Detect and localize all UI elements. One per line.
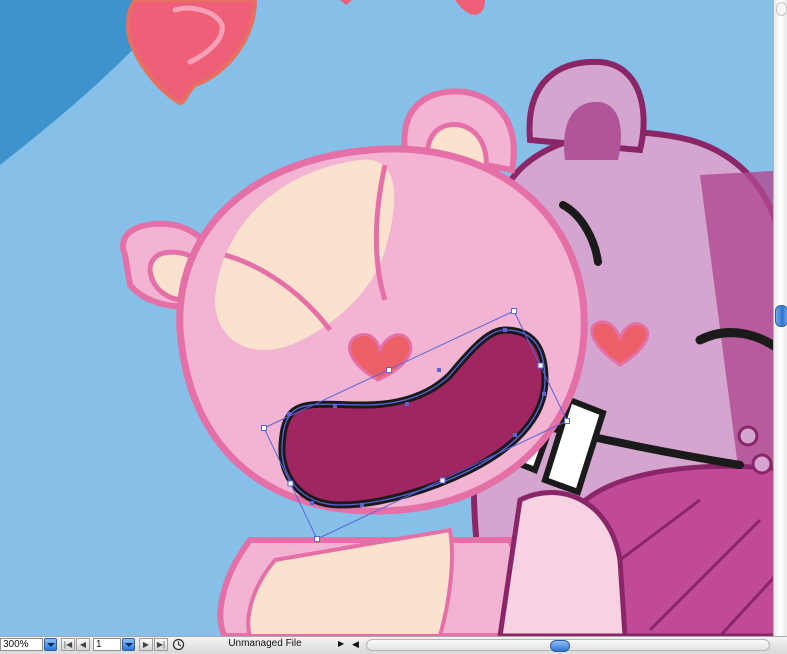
status-menu-arrow-icon[interactable]: ▶ xyxy=(338,638,348,651)
scroll-left-icon[interactable]: ◀ xyxy=(352,638,362,651)
page-number-field[interactable]: 1 xyxy=(93,638,121,651)
next-page-button[interactable]: ▶ xyxy=(139,638,153,651)
scroll-up-cap[interactable] xyxy=(776,2,787,16)
artboard-canvas[interactable] xyxy=(0,0,773,636)
illustration xyxy=(0,0,773,636)
horizontal-scrollbar[interactable] xyxy=(366,639,770,652)
horizontal-scroll-thumb[interactable] xyxy=(550,640,570,652)
status-bar: 300% |◀ ◀ 1 ▶ ▶| Unmanaged File ▶ ◀ xyxy=(0,636,787,652)
zoom-field[interactable]: 300% xyxy=(0,638,43,651)
page-dropdown-button[interactable] xyxy=(122,638,135,651)
status-text: Unmanaged File xyxy=(228,638,302,649)
version-cue-icon[interactable] xyxy=(172,638,186,651)
vertical-scroll-thumb[interactable] xyxy=(775,305,787,327)
last-page-button[interactable]: ▶| xyxy=(154,638,168,651)
previous-page-button[interactable]: ◀ xyxy=(76,638,90,651)
vertical-scrollbar[interactable] xyxy=(773,0,787,636)
first-page-button[interactable]: |◀ xyxy=(61,638,75,651)
zoom-dropdown-button[interactable] xyxy=(44,638,57,651)
